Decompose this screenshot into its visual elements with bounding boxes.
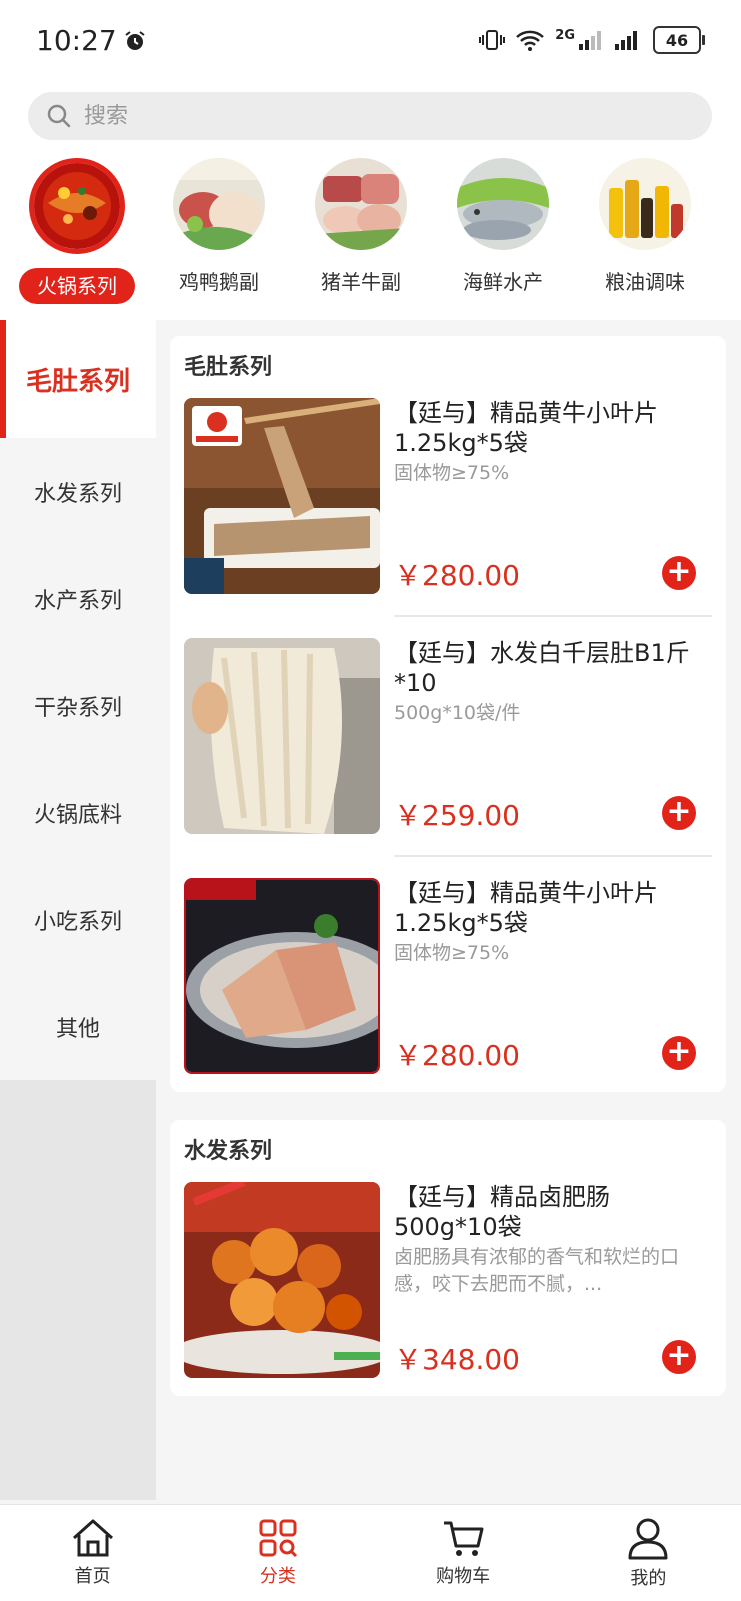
product-list: 毛肚系列 【廷与】精品黄牛小叶片1.25kg*5袋 固体物≥75% ￥280.0…: [170, 336, 726, 1424]
sidebar-item-snacks[interactable]: 小吃系列: [0, 866, 156, 973]
clock-text: 10:27: [36, 24, 117, 57]
meat-image: [315, 158, 407, 250]
product-card[interactable]: 【廷与】精品黄牛小叶片1.25kg*5袋 固体物≥75% ￥280.00 +: [184, 398, 712, 594]
profile-icon: [628, 1518, 668, 1560]
product-desc: 卤肥肠具有浓郁的香气和软烂的口感，咬下去肥而不腻，...: [394, 1246, 680, 1295]
poultry-image: [173, 158, 265, 250]
signal-icon-1: [579, 31, 601, 50]
add-to-cart-button[interactable]: +: [662, 796, 696, 830]
product-image[interactable]: [184, 638, 380, 834]
hotpot-image: [29, 158, 125, 254]
category-poultry[interactable]: 鸡鸭鹅副: [154, 158, 284, 300]
cart-icon: [444, 1521, 484, 1556]
tab-profile[interactable]: 我的: [556, 1505, 741, 1601]
status-bar: 10:27 2G 46: [0, 0, 741, 84]
status-time: 10:27: [36, 24, 147, 57]
search-box[interactable]: [28, 92, 712, 140]
product-name[interactable]: 【廷与】水发白千层肚B1斤*10: [394, 638, 704, 698]
sidebar-item-water-soaked[interactable]: 水发系列: [0, 438, 156, 545]
grain-oil-image: [599, 158, 691, 250]
sidebar-item-dry-goods[interactable]: 干杂系列: [0, 652, 156, 759]
tab-cart[interactable]: 购物车: [371, 1505, 556, 1601]
product-name[interactable]: 【廷与】精品黄牛小叶片1.25kg*5袋: [394, 878, 704, 938]
section-title: 毛肚系列: [184, 355, 273, 380]
product-card[interactable]: 【廷与】精品卤肥肠500g*10袋 卤肥肠具有浓郁的香气和软烂的口感，咬下去肥而…: [184, 1182, 712, 1378]
tab-label: 首页: [74, 1566, 111, 1587]
product-image[interactable]: [184, 398, 380, 594]
product-name[interactable]: 【廷与】精品黄牛小叶片1.25kg*5袋: [394, 398, 704, 458]
add-to-cart-button[interactable]: +: [662, 556, 696, 590]
plus-icon: +: [666, 1034, 692, 1069]
tab-home[interactable]: 首页: [0, 1505, 185, 1601]
product-image[interactable]: [184, 878, 380, 1074]
search-icon: [47, 104, 71, 128]
tab-category[interactable]: 分类: [185, 1505, 370, 1601]
product-price: ￥259.00: [394, 799, 520, 832]
category-label: 火锅系列: [19, 268, 135, 304]
product-price: ￥280.00: [394, 559, 520, 592]
battery-icon: 46: [653, 26, 705, 54]
plus-icon: +: [666, 794, 692, 829]
section-tripe: 毛肚系列 【廷与】精品黄牛小叶片1.25kg*5袋 固体物≥75% ￥280.0…: [170, 336, 726, 1092]
product-name[interactable]: 【廷与】精品卤肥肠500g*10袋: [394, 1182, 704, 1242]
sidebar-item-other[interactable]: 其他: [0, 973, 156, 1080]
product-price: ￥280.00: [394, 1039, 520, 1072]
category-pork-lamb-beef[interactable]: 猪羊牛副: [296, 158, 426, 300]
bottom-tab-bar: 首页 分类 购物车 我的: [0, 1504, 741, 1601]
network-type: 2G: [555, 27, 575, 43]
search-area: [0, 84, 741, 154]
battery-level: 46: [665, 30, 689, 50]
search-input[interactable]: [82, 102, 646, 130]
tab-label: 分类: [259, 1566, 296, 1587]
category-label: 海鲜水产: [463, 270, 543, 294]
plus-icon: +: [666, 554, 692, 589]
sidebar: 毛肚系列 水发系列 水产系列 干杂系列 火锅底料 小吃系列 其他: [0, 320, 156, 1500]
product-price: ￥348.00: [394, 1343, 520, 1376]
tab-label: 我的: [630, 1568, 667, 1589]
product-desc: 500g*10袋/件: [394, 702, 521, 724]
plus-icon: +: [666, 1338, 692, 1373]
status-icons: 2G 46: [479, 26, 705, 54]
category-label: 粮油调味: [605, 270, 685, 294]
category-label: 鸡鸭鹅副: [179, 270, 259, 294]
category-strip: 火锅系列 鸡鸭鹅副 猪羊牛副 海鲜水产 粮油调味: [0, 154, 741, 320]
seafood-image: [457, 158, 549, 250]
category-label: 猪羊牛副: [321, 270, 401, 294]
sidebar-item-aquatic[interactable]: 水产系列: [0, 545, 156, 652]
vibrate-icon: [479, 30, 506, 50]
product-card[interactable]: 【廷与】精品黄牛小叶片1.25kg*5袋 固体物≥75% ￥280.00 +: [184, 855, 712, 1074]
category-grain-oil[interactable]: 粮油调味: [580, 158, 710, 300]
tab-label: 购物车: [436, 1566, 491, 1587]
product-desc: 固体物≥75%: [394, 942, 510, 964]
wifi-icon: [516, 30, 545, 51]
product-card[interactable]: 【廷与】水发白千层肚B1斤*10 500g*10袋/件 ￥259.00 +: [184, 615, 712, 834]
sidebar-item-hotpot-base[interactable]: 火锅底料: [0, 759, 156, 866]
category-seafood[interactable]: 海鲜水产: [438, 158, 568, 300]
product-image[interactable]: [184, 1182, 380, 1378]
section-title: 水发系列: [184, 1139, 273, 1164]
category-icon: [259, 1519, 297, 1558]
home-icon: [72, 1519, 113, 1557]
alarm-icon: [125, 30, 145, 50]
category-hotpot[interactable]: 火锅系列: [12, 158, 142, 304]
signal-icon-2: [615, 31, 637, 50]
section-water-soaked: 水发系列 【廷与】精品卤肥肠500g*10袋 卤肥肠具有浓郁的香气和软烂的口感，…: [170, 1120, 726, 1396]
add-to-cart-button[interactable]: +: [662, 1036, 696, 1070]
product-desc: 固体物≥75%: [394, 462, 510, 484]
add-to-cart-button[interactable]: +: [662, 1340, 696, 1374]
sidebar-item-tripe[interactable]: 毛肚系列: [0, 320, 156, 438]
